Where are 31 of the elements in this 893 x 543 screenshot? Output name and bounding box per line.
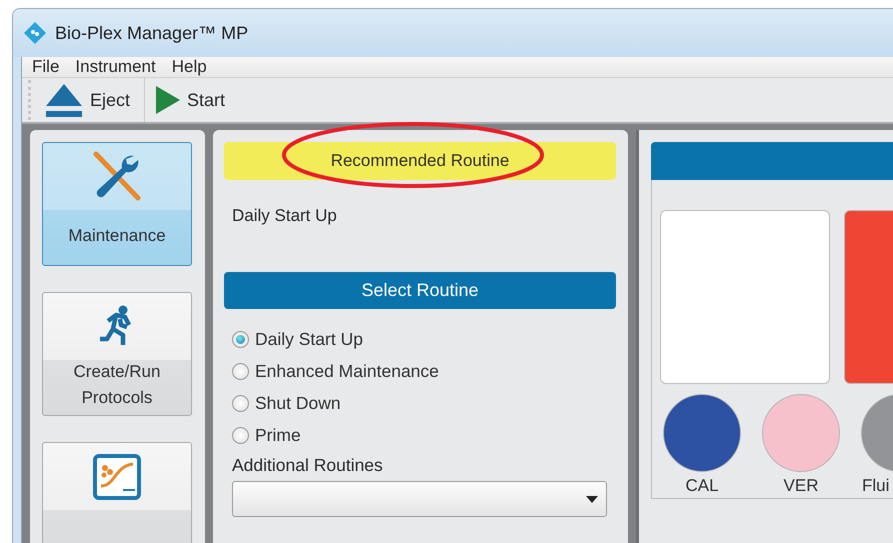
select-routine-header: Select Routine [224, 272, 616, 309]
eject-icon [44, 82, 84, 118]
radio-label: Prime [255, 424, 301, 446]
radio-button[interactable] [232, 330, 249, 348]
chart-icon [93, 454, 141, 500]
radio-label: Daily Start Up [255, 328, 363, 350]
app-logo-icon [23, 21, 47, 45]
reagent-tile[interactable] [660, 210, 830, 384]
radio-button[interactable] [232, 394, 249, 412]
nav-button[interactable] [42, 442, 192, 543]
radio-button[interactable] [232, 362, 249, 380]
recommended-routine-header: Recommended Routine [224, 142, 616, 180]
bottle-label: Flui [862, 476, 890, 496]
eject-button[interactable]: Eject [40, 82, 138, 118]
caret-icon [586, 496, 598, 503]
bottle-label: VER [784, 476, 818, 496]
menu-item[interactable]: Instrument [69, 57, 162, 77]
window-title: Bio-Plex Manager™ MP [55, 22, 248, 44]
play-icon [155, 85, 182, 115]
radio-label: Enhanced Maintenance [255, 360, 439, 382]
additional-routines-dropdown[interactable] [232, 481, 607, 517]
nav-button[interactable]: Maintenance [42, 142, 192, 266]
additional-routines-label: Additional Routines [232, 455, 383, 475]
start-button[interactable]: Start [151, 85, 234, 115]
bottle-label: CAL [685, 476, 719, 496]
menu-item[interactable]: Help [166, 57, 213, 77]
menu-item[interactable]: File [26, 57, 66, 77]
recommended-routine-name: Daily Start Up [232, 206, 337, 225]
radio-label: Shut Down [255, 392, 341, 414]
radio-button[interactable] [232, 426, 249, 444]
nav-button[interactable]: Create/Run Protocols [42, 292, 192, 416]
